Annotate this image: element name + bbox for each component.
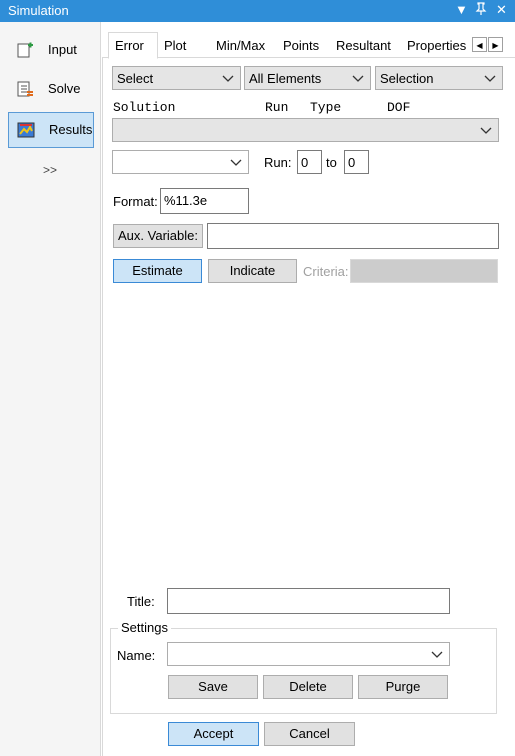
chevron-down-icon [431,651,443,658]
pin-icon[interactable] [475,2,487,19]
selection-combo[interactable]: Selection [375,66,503,90]
aux-variable-field[interactable] [207,223,499,249]
window-title: Simulation [8,3,69,18]
tab-error[interactable]: Error [108,32,158,59]
run-to-field[interactable]: 0 [344,150,369,174]
title-field[interactable] [167,588,450,614]
results-icon [17,122,35,138]
elements-combo[interactable]: All Elements [244,66,371,90]
select-combo-value: Select [117,71,154,86]
nav-results-button[interactable]: Results [8,112,94,148]
chevron-down-icon [230,159,242,166]
cancel-button[interactable]: Cancel [264,722,355,746]
tab-scroll-left-icon[interactable]: ◀ [472,37,487,52]
expand-nav-button[interactable]: >> [43,163,57,177]
chevron-down-icon [480,127,492,134]
name-combo[interactable] [167,642,450,666]
name-label: Name: [117,648,156,663]
format-field[interactable]: %11.3e [160,188,249,214]
nav-solve-button[interactable]: Solve [8,72,94,108]
run-header: Run [265,100,289,115]
run-label: Run: [264,155,292,170]
accept-button[interactable]: Accept [168,722,259,746]
tab-minmax[interactable]: Min/Max [210,34,271,58]
aux-variable-button[interactable]: Aux. Variable: [113,224,203,248]
purge-button[interactable]: Purge [358,675,448,699]
format-label: Format: [113,194,158,209]
nav-input-label: Input [48,42,77,57]
nav-input-button[interactable]: Input [8,33,94,69]
tab-points[interactable]: Points [277,34,325,58]
solve-icon [17,81,33,97]
tab-properties[interactable]: Properties [401,34,472,58]
left-nav-panel: Input Solve Results >> [0,22,101,756]
nav-solve-label: Solve [48,81,81,96]
select-combo[interactable]: Select [112,66,241,90]
tab-plot[interactable]: Plot [158,34,192,58]
dropdown-icon[interactable]: ▼ [455,2,468,17]
format-value: %11.3e [164,193,208,208]
chevron-down-icon [352,75,364,82]
nav-results-label: Results [49,122,93,137]
tab-resultant[interactable]: Resultant [330,34,397,58]
chevron-down-icon [222,75,234,82]
run-from-field[interactable]: 0 [297,150,322,174]
settings-legend: Settings [118,620,171,635]
settings-group [110,628,497,714]
delete-button[interactable]: Delete [263,675,353,699]
criteria-label: Criteria: [303,264,349,279]
title-label: Title: [127,594,155,609]
input-icon [17,42,33,58]
save-button[interactable]: Save [168,675,258,699]
title-bar: Simulation ▼ ✕ [0,0,515,22]
indicate-button[interactable]: Indicate [208,259,297,283]
solution-combo[interactable] [112,118,499,142]
estimate-button[interactable]: Estimate [113,259,202,283]
tab-scroll-right-icon[interactable]: ▶ [488,37,503,52]
run-to-value: 0 [348,155,356,170]
type-header: Type [310,100,342,115]
tab-strip: Error Plot Min/Max Points Resultant Prop… [102,32,515,59]
run-type-combo[interactable] [112,150,249,174]
run-from-value: 0 [301,155,309,170]
elements-combo-value: All Elements [249,71,322,86]
selection-combo-value: Selection [380,71,434,86]
chevron-down-icon [484,75,496,82]
solution-header: Solution [113,100,176,115]
criteria-field [350,259,498,283]
dof-header: DOF [387,100,411,115]
close-icon[interactable]: ✕ [496,2,507,18]
run-to-label: to [326,155,337,170]
